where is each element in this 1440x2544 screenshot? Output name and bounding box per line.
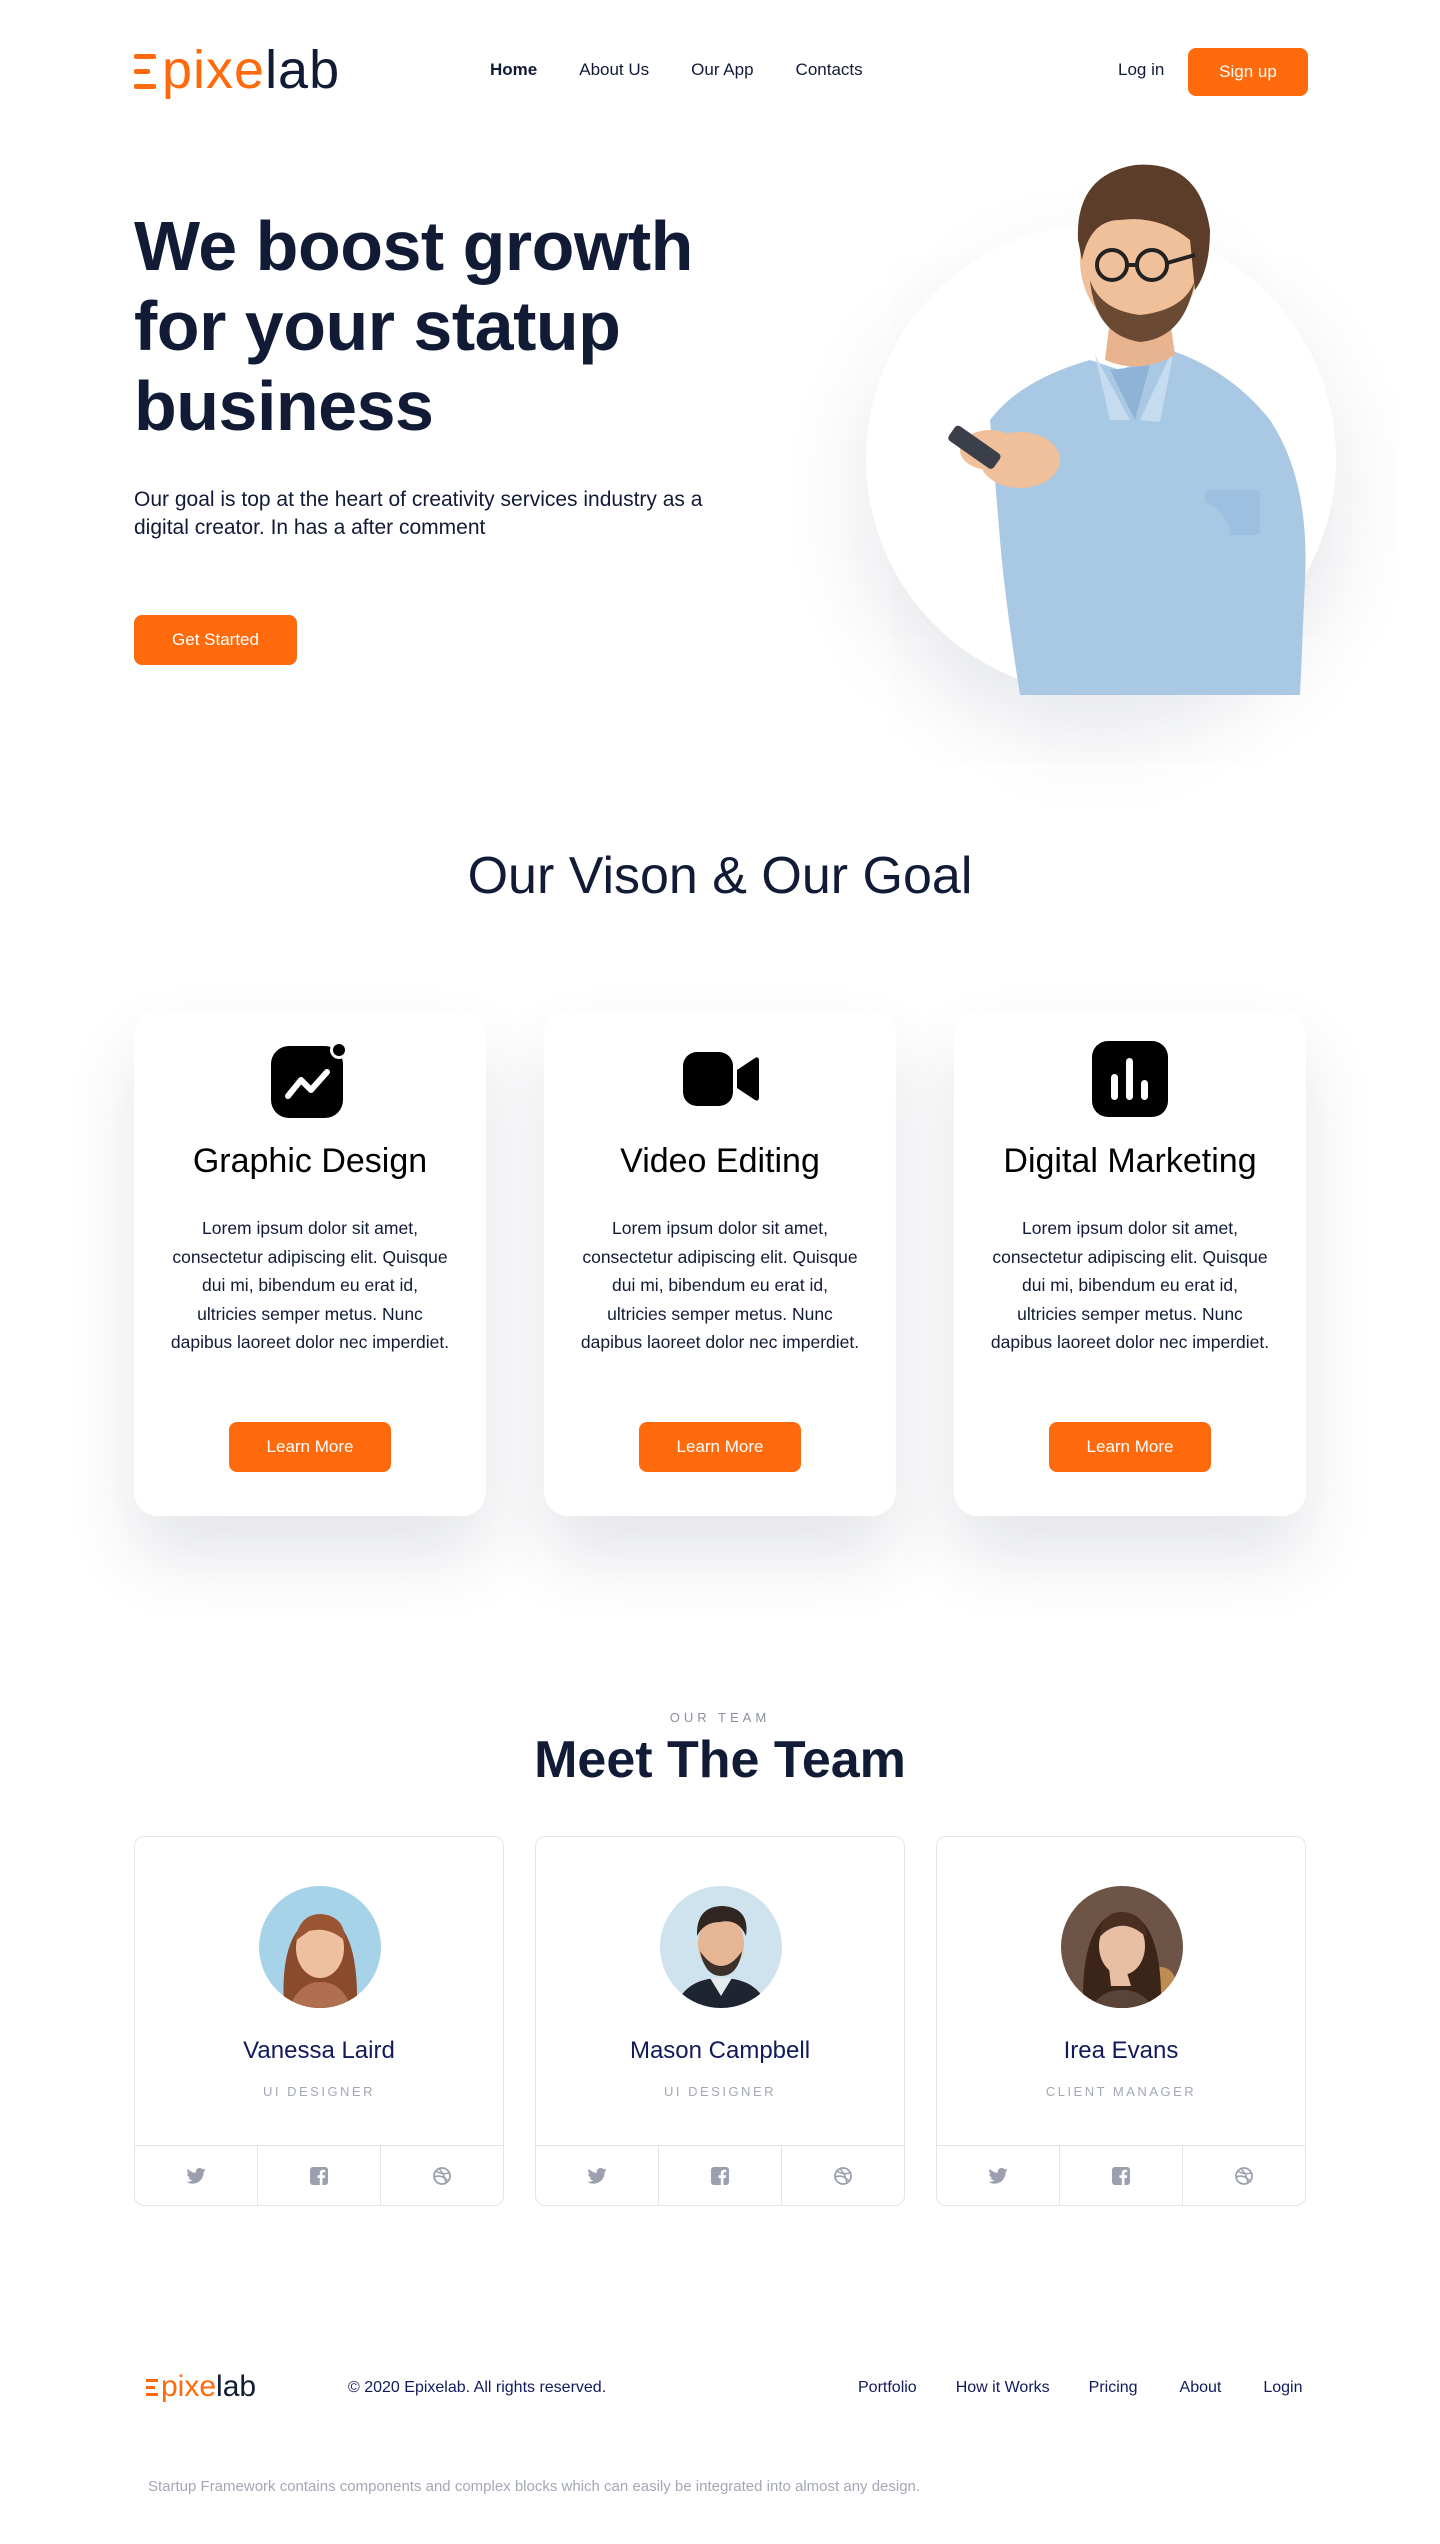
- service-description: Lorem ipsum dolor sit amet, consectetur …: [580, 1218, 860, 1352]
- footer-links: Portfolio How it Works Pricing About Log…: [858, 2379, 1303, 2397]
- dribbble-icon[interactable]: [782, 2146, 904, 2205]
- service-card-digital-marketing: Digital Marketing Lorem ipsum dolor sit …: [954, 1010, 1306, 1516]
- member-socials: [937, 2145, 1305, 2205]
- nav-about-us[interactable]: About Us: [579, 60, 649, 80]
- hero-title: We boost growth for your statup business: [134, 207, 693, 445]
- login-link[interactable]: Log in: [1118, 60, 1164, 80]
- vision-title: Our Vison & Our Goal: [467, 847, 973, 905]
- hero-subtitle: Our goal is top at the heart of creativi…: [134, 488, 703, 539]
- service-card-graphic-design: Graphic Design Lorem ipsum dolor sit ame…: [134, 1010, 486, 1516]
- copyright-text: © 2020 Epixelab. All rights reserved.: [348, 2379, 607, 2396]
- service-title: Digital Marketing: [1003, 1142, 1257, 1180]
- footer-link-pricing[interactable]: Pricing: [1089, 2379, 1138, 2397]
- team-member-card: Vanessa Laird UI DESIGNER: [134, 1836, 504, 2206]
- team-member-card: Irea Evans CLIENT MANAGER: [936, 1836, 1306, 2206]
- footer-link-how-it-works[interactable]: How it Works: [956, 2379, 1050, 2397]
- avatar: [259, 1886, 381, 2008]
- member-role: UI DESIGNER: [262, 2084, 375, 2099]
- member-role: UI DESIGNER: [663, 2084, 776, 2099]
- logo-e-mark-icon: [146, 2376, 158, 2398]
- twitter-icon[interactable]: [536, 2146, 659, 2205]
- hero-person-image: [948, 164, 1306, 695]
- signup-button[interactable]: Sign up: [1188, 48, 1308, 96]
- dribbble-icon[interactable]: [381, 2146, 503, 2205]
- service-title: Video Editing: [620, 1142, 820, 1180]
- footer-logo-rest: lab: [216, 2370, 257, 2403]
- nav-our-app[interactable]: Our App: [691, 60, 753, 80]
- service-description: Lorem ipsum dolor sit amet, consectetur …: [170, 1218, 450, 1352]
- bar-chart-icon: [1092, 1041, 1168, 1117]
- learn-more-button[interactable]: Learn More: [229, 1422, 391, 1472]
- member-name: Irea Evans: [1063, 2037, 1179, 2064]
- service-title: Graphic Design: [192, 1142, 428, 1180]
- video-camera-icon: [683, 1052, 759, 1106]
- growth-chart-icon: [271, 1041, 348, 1118]
- footer-link-about[interactable]: About: [1180, 2379, 1222, 2397]
- learn-more-button[interactable]: Learn More: [1049, 1422, 1211, 1472]
- main-menu: Home About Us Our App Contacts: [490, 60, 863, 80]
- footer-link-portfolio[interactable]: Portfolio: [858, 2379, 917, 2397]
- member-role: CLIENT MANAGER: [1045, 2084, 1197, 2099]
- twitter-icon[interactable]: [135, 2146, 258, 2205]
- logo-e-mark-icon: [134, 50, 156, 92]
- service-card-video-editing: Video Editing Lorem ipsum dolor sit amet…: [544, 1010, 896, 1516]
- learn-more-button[interactable]: Learn More: [639, 1422, 801, 1472]
- logo-rest-text: lab: [265, 40, 341, 100]
- twitter-icon[interactable]: [937, 2146, 1060, 2205]
- footer-link-login[interactable]: Login: [1263, 2379, 1302, 2397]
- service-description: Lorem ipsum dolor sit amet, consectetur …: [990, 1218, 1270, 1352]
- member-name: Vanessa Laird: [243, 2037, 395, 2064]
- nav-home[interactable]: Home: [490, 60, 537, 80]
- member-socials: [536, 2145, 904, 2205]
- dribbble-icon[interactable]: [1183, 2146, 1305, 2205]
- footer-note: Startup Framework contains components an…: [148, 2478, 921, 2495]
- member-socials: [135, 2145, 503, 2205]
- team-title: Meet The Team: [534, 1731, 906, 1789]
- facebook-icon[interactable]: [659, 2146, 782, 2205]
- member-name: Mason Campbell: [629, 2037, 811, 2064]
- team-member-card: Mason Campbell UI DESIGNER: [535, 1836, 905, 2206]
- team-eyebrow: OUR TEAM: [669, 1710, 771, 1725]
- nav-contacts[interactable]: Contacts: [796, 60, 863, 80]
- footer-logo[interactable]: pixelab: [146, 2370, 256, 2404]
- logo-accent-text: pixe: [162, 40, 266, 100]
- avatar: [660, 1886, 782, 2008]
- facebook-icon[interactable]: [258, 2146, 381, 2205]
- get-started-button[interactable]: Get Started: [134, 615, 297, 665]
- footer-logo-accent: pixe: [161, 2370, 217, 2403]
- facebook-icon[interactable]: [1060, 2146, 1183, 2205]
- brand-logo[interactable]: pixelab: [134, 40, 340, 100]
- avatar: [1061, 1886, 1183, 2008]
